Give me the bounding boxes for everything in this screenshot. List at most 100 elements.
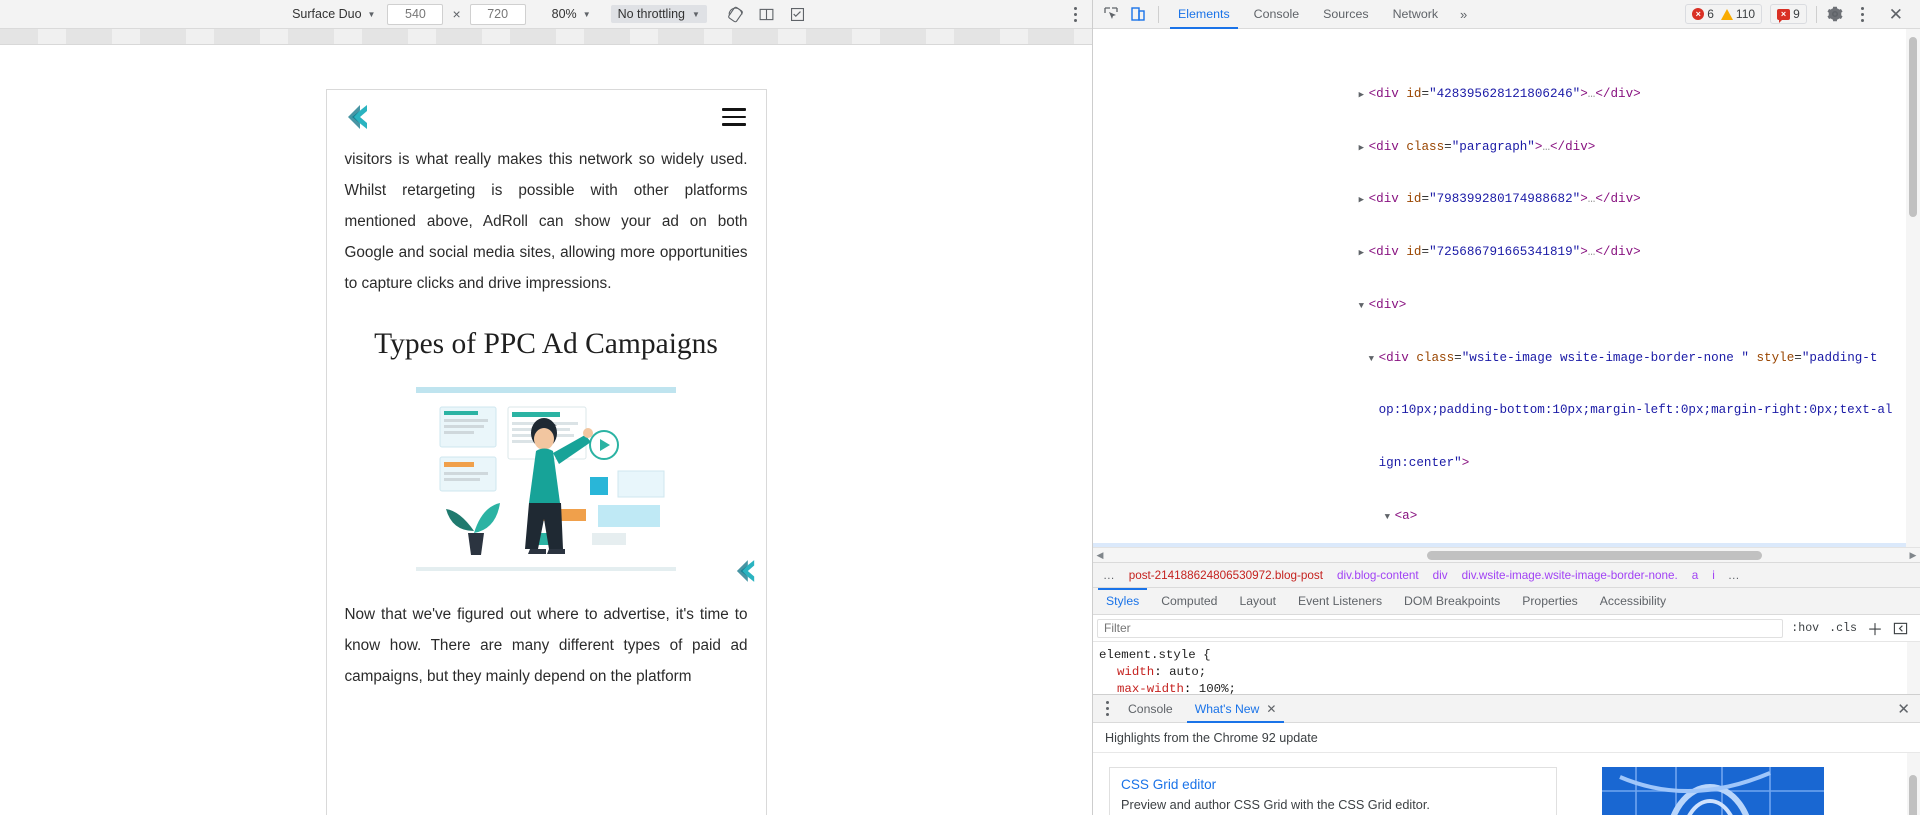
scroll-right-icon[interactable]: ▶ [1906, 550, 1920, 561]
toggle-sidebar-icon[interactable] [1893, 621, 1908, 636]
rotate-device-icon[interactable] [727, 6, 744, 23]
breadcrumb: … post-214188624806530972.blog-post div.… [1093, 562, 1920, 589]
breadcrumb-item-wsite-image[interactable]: div.wsite-image.wsite-image-border-none. [1455, 563, 1685, 587]
devtools-tabbar: Elements Console Sources Network » × 6 1… [1093, 0, 1920, 29]
expand-arrow-icon[interactable]: ▶ [1359, 245, 1369, 263]
device-selector[interactable]: Surface Duo ▼ [286, 5, 381, 23]
issues-badge-group[interactable]: × 6 110 [1685, 4, 1763, 24]
style-property[interactable]: width [1117, 665, 1154, 679]
drawer-tab-whats-new[interactable]: What's New ✕ [1184, 695, 1288, 723]
dom-tree-horizontal-scrollbar[interactable]: ◀ ▶ [1093, 547, 1920, 563]
tab-styles[interactable]: Styles [1095, 587, 1150, 615]
whats-new-card-title[interactable]: CSS Grid editor [1121, 777, 1545, 792]
scroll-left-icon[interactable]: ◀ [1093, 550, 1107, 561]
dom-tree-vertical-scrollbar[interactable] [1906, 29, 1920, 548]
viewport-height-input[interactable] [469, 3, 526, 25]
viewport-width-input[interactable] [387, 3, 444, 25]
article-paragraph-2: Now that we've figured out where to adve… [344, 606, 748, 685]
weebly-logo-icon[interactable] [347, 104, 369, 130]
styles-vertical-scrollbar[interactable] [1907, 642, 1920, 695]
dom-node[interactable]: ▶ <div id="798399280174988682">…</div> [1093, 174, 1920, 206]
dom-node-selected-parent[interactable]: ▼ <div class="wsite-image wsite-image-bor… [1093, 332, 1920, 365]
error-badge[interactable]: × 6 [1692, 7, 1714, 21]
drawer-close-icon[interactable]: ✕ [1887, 700, 1920, 718]
plus-icon[interactable]: ＋ [1867, 616, 1883, 640]
message-icon: × [1777, 8, 1791, 23]
dom-node-continuation: ign:center"> [1378, 456, 1470, 471]
drawer-more-button[interactable] [1097, 701, 1117, 717]
style-property[interactable]: max-width [1117, 682, 1184, 694]
toggle-device-toolbar-icon[interactable] [1124, 2, 1151, 27]
breadcrumb-overflow-left[interactable]: … [1097, 569, 1122, 582]
collapse-arrow-icon[interactable]: ▼ [1359, 298, 1369, 316]
expand-arrow-icon[interactable]: ▶ [1359, 87, 1369, 105]
style-rule-selector: element.style { [1099, 648, 1211, 663]
tab-event-listeners[interactable]: Event Listeners [1287, 588, 1393, 615]
zoom-selector[interactable]: 80% ▼ [546, 5, 597, 23]
hov-toggle-button[interactable]: :hov [1791, 622, 1819, 635]
tab-properties[interactable]: Properties [1511, 588, 1589, 615]
breadcrumb-item-blog-post[interactable]: post-214188624806530972.blog-post [1122, 563, 1330, 587]
tab-console[interactable]: Console [1242, 0, 1311, 29]
close-icon[interactable]: ✕ [1266, 702, 1276, 716]
dom-tree-panel[interactable]: ▶ <div id="428395628121806246">…</div> ▶ <… [1093, 29, 1920, 563]
whats-new-subtitle: Highlights from the Chrome 92 update [1093, 723, 1920, 754]
expand-arrow-icon[interactable]: ▶ [1359, 192, 1369, 210]
chevron-double-right-icon[interactable]: » [1450, 7, 1477, 22]
device-name-label: Surface Duo [292, 7, 362, 21]
style-declaration[interactable]: max-width: 100%; [1099, 681, 1920, 694]
styles-filter-input[interactable] [1097, 618, 1784, 638]
toolbar-divider [1158, 5, 1159, 23]
chevron-down-icon: ▼ [692, 10, 700, 19]
tab-sources[interactable]: Sources [1311, 0, 1380, 29]
devtools-panel: Elements Console Sources Network » × 6 1… [1093, 0, 1920, 815]
tab-layout[interactable]: Layout [1228, 588, 1287, 615]
breadcrumb-item-div[interactable]: div [1426, 563, 1455, 587]
emulated-page: visitors is what really makes this netwo… [325, 89, 767, 815]
collapse-arrow-icon[interactable]: ▼ [1385, 509, 1395, 527]
breadcrumb-item-blog-content[interactable]: div.blog-content [1330, 563, 1426, 587]
dom-node[interactable]: ▶ <div class="paragraph">…</div> [1093, 121, 1920, 154]
article-figure[interactable] [345, 381, 754, 582]
dom-node[interactable]: ▶ <div id="725686791665341819">…</div> [1093, 227, 1920, 259]
breadcrumb-overflow-right[interactable]: … [1722, 569, 1747, 582]
tab-computed[interactable]: Computed [1150, 588, 1228, 615]
whats-new-video-thumbnail[interactable] [1602, 767, 1824, 815]
devtools-more-button[interactable] [1854, 6, 1872, 22]
message-badge-group[interactable]: × 9 [1770, 4, 1807, 24]
dom-tree: ▶ <div id="428395628121806246">…</div> ▶ <… [1093, 29, 1920, 562]
expand-arrow-icon[interactable]: ▶ [1359, 140, 1369, 158]
drawer-tabbar: Console What's New ✕ ✕ [1093, 695, 1920, 724]
message-count: 9 [1793, 7, 1800, 21]
style-value[interactable]: auto; [1169, 665, 1206, 679]
throttling-selector[interactable]: No throttling ▼ [610, 5, 707, 23]
dom-node-anchor[interactable]: ▼ <a> [1093, 490, 1920, 523]
tab-accessibility[interactable]: Accessibility [1589, 588, 1677, 615]
dom-node[interactable]: ▼ <div> [1093, 279, 1920, 312]
inspect-element-icon[interactable] [1097, 2, 1124, 27]
whats-new-card[interactable]: CSS Grid editor Preview and author CSS G… [1109, 767, 1557, 815]
whats-new-vertical-scrollbar[interactable] [1907, 753, 1920, 815]
breadcrumb-item-i[interactable]: i [1705, 563, 1722, 587]
warning-count: 110 [1735, 7, 1756, 21]
hamburger-menu-icon[interactable] [721, 108, 746, 126]
tab-dom-breakpoints[interactable]: DOM Breakpoints [1393, 588, 1511, 615]
throttling-group: No throttling ▼ [605, 0, 713, 29]
dimension-separator: × [452, 6, 461, 22]
style-value[interactable]: 100%; [1199, 682, 1236, 694]
breadcrumb-item-a[interactable]: a [1685, 563, 1706, 587]
drawer-tab-console[interactable]: Console [1117, 695, 1184, 723]
tab-elements[interactable]: Elements [1166, 0, 1242, 29]
close-icon[interactable]: ✕ [1882, 6, 1910, 23]
styles-rules[interactable]: element.style { width: auto; max-width: … [1093, 642, 1920, 695]
style-declaration[interactable]: width: auto; [1099, 664, 1920, 681]
capture-screenshot-icon[interactable] [789, 6, 806, 23]
tab-network[interactable]: Network [1381, 0, 1450, 29]
collapse-arrow-icon[interactable]: ▼ [1369, 351, 1379, 369]
warning-badge[interactable]: 110 [1720, 7, 1756, 21]
dual-screen-icon[interactable] [758, 6, 775, 23]
cls-toggle-button[interactable]: .cls [1829, 622, 1857, 635]
dom-node[interactable]: ▶ <div id="428395628121806246">…</div> [1093, 68, 1920, 101]
gear-icon[interactable] [1826, 5, 1844, 23]
device-toolbar-more-button[interactable] [1066, 6, 1084, 22]
